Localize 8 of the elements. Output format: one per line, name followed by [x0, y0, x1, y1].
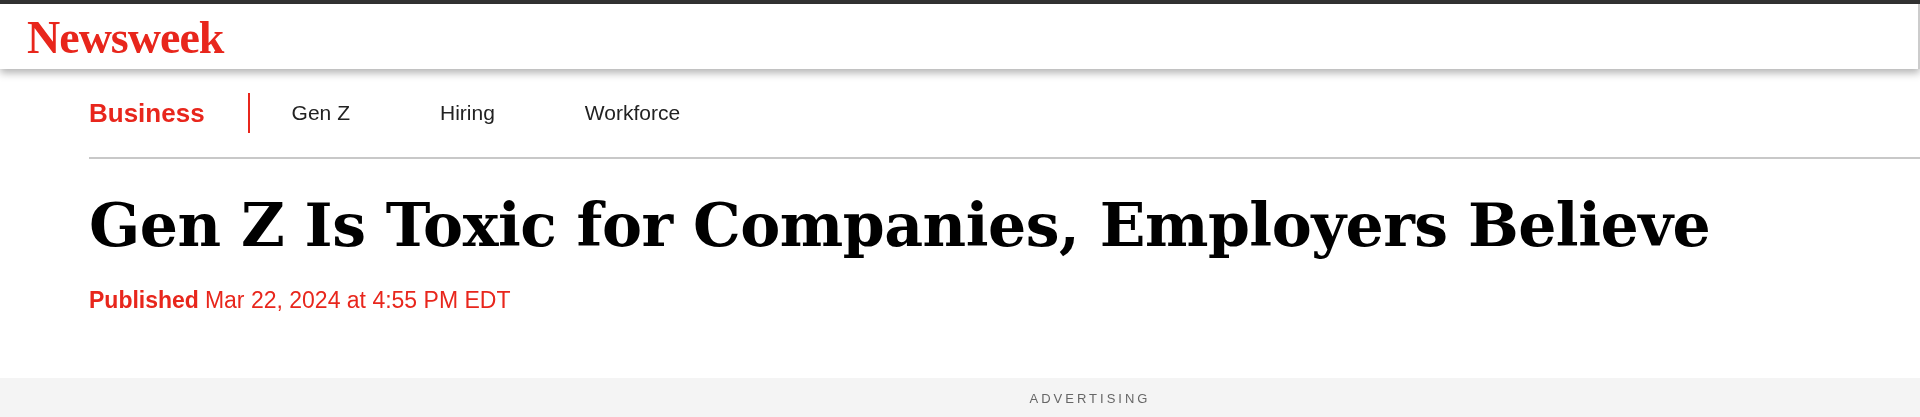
newsweek-logo[interactable]: Newsweek	[27, 12, 224, 61]
nav-link[interactable]: Workforce	[584, 97, 681, 129]
published-label: Published	[89, 286, 199, 315]
nav-link[interactable]: Gen Z	[291, 97, 350, 129]
publish-date: Mar 22, 2024 at 4:55 PM EDT	[204, 286, 511, 315]
nav-link[interactable]: Hiring	[439, 97, 495, 129]
advertising-label: ADVERTISING	[1029, 392, 1151, 408]
nav-link[interactable]: Business	[89, 93, 205, 133]
